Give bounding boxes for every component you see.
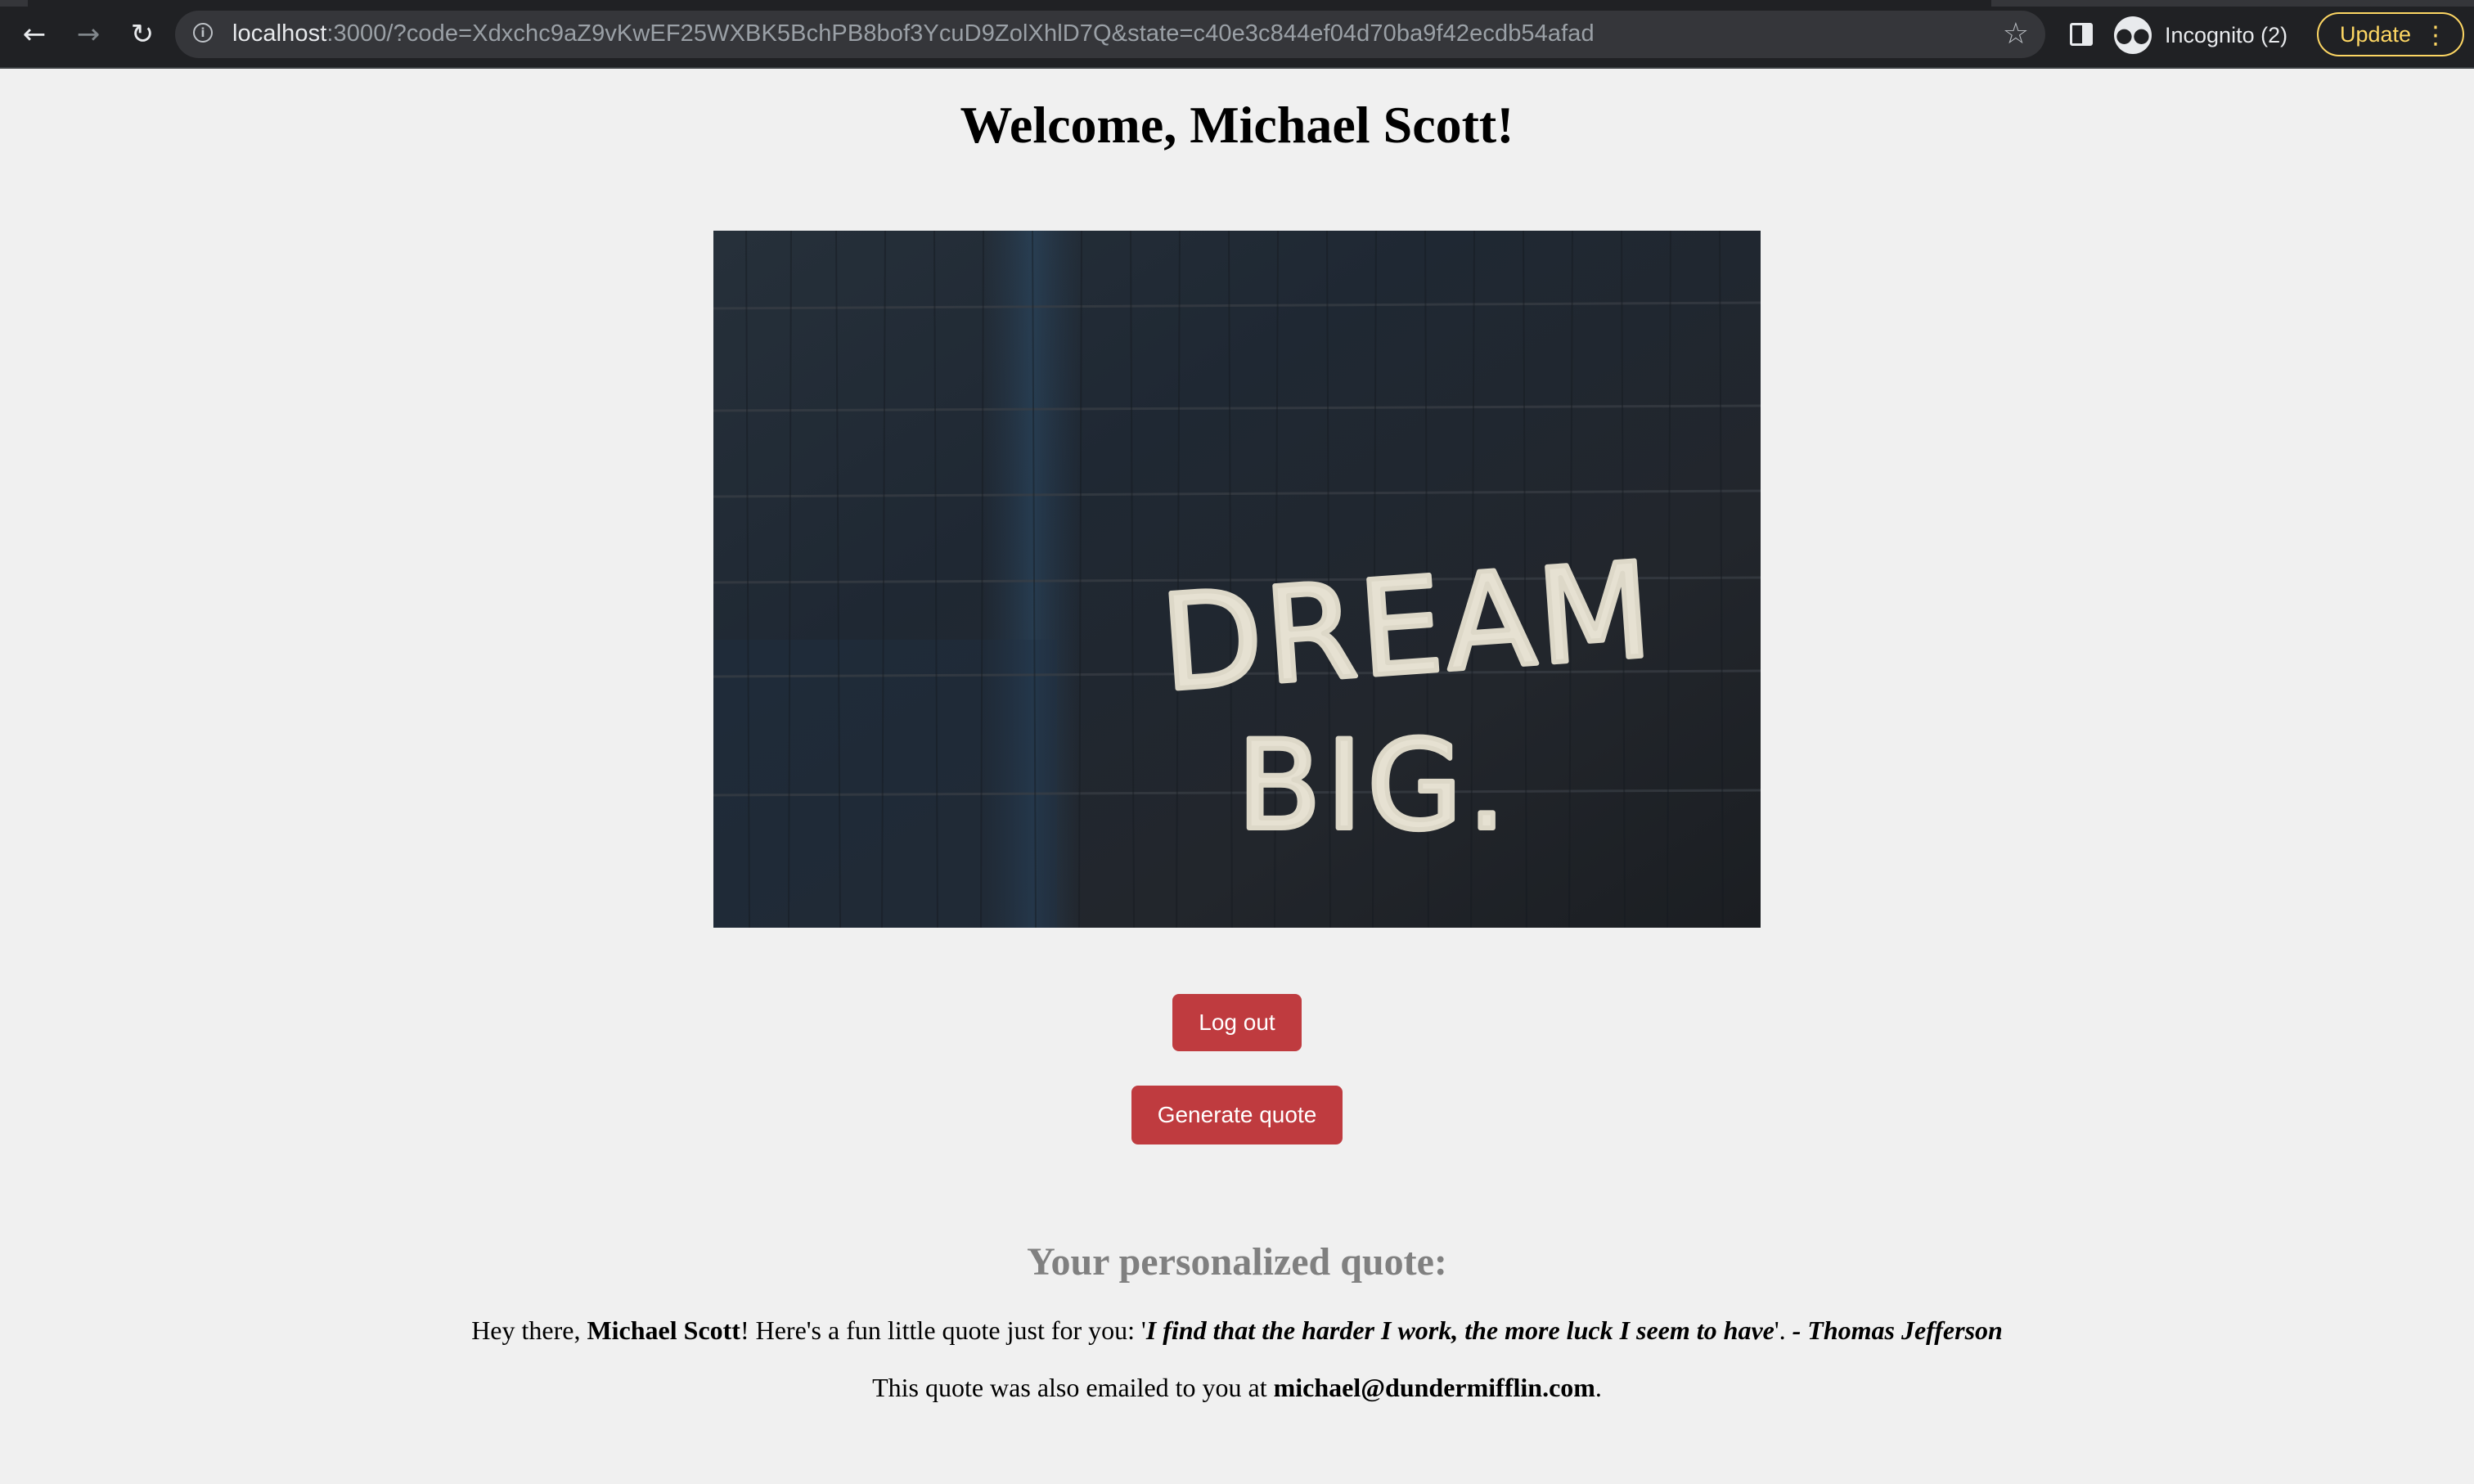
side-panel-icon[interactable] (2070, 23, 2093, 46)
more-vert-icon[interactable]: ⋮ (2423, 21, 2448, 50)
back-arrow-icon[interactable]: ← (16, 16, 52, 52)
address-bar[interactable]: i localhost:3000/?code=Xdxchc9aZ9vKwEF25… (175, 11, 2045, 58)
quote-heading: Your personalized quote: (1027, 1240, 1447, 1284)
hero-image: DREAM BIG. (713, 231, 1761, 928)
profile-label: Incognito (2) (2165, 22, 2288, 47)
active-tab[interactable] (28, 0, 1991, 7)
update-label: Update (2340, 21, 2412, 47)
quote-username: Michael Scott (587, 1315, 740, 1345)
profile-button[interactable]: ●● Incognito (2) (2114, 14, 2287, 56)
quote-close: '. (1774, 1315, 1793, 1345)
url-text[interactable]: localhost:3000/?code=Xdxchc9aZ9vKwEF25WX… (232, 20, 1595, 47)
url-path: :3000/?code=Xdxchc9aZ9vKwEF25WXBK5BchPB8… (326, 20, 1595, 47)
quote-author: - Thomas Jefferson (1792, 1315, 2003, 1345)
user-email: michael@dundermifflin.com (1273, 1373, 1595, 1402)
email-suffix: . (1595, 1373, 1602, 1402)
browser-toolbar: ← → ↻ i localhost:3000/?code=Xdxchc9aZ9v… (0, 0, 2474, 69)
quote-prefix: Hey there, (471, 1315, 587, 1345)
info-icon[interactable]: i (193, 23, 213, 43)
forward-arrow-icon[interactable]: → (70, 16, 106, 52)
email-notice: This quote was also emailed to you at mi… (0, 1373, 2474, 1403)
update-button[interactable]: Update ⋮ (2317, 12, 2464, 56)
incognito-icon: ●● (2114, 16, 2152, 54)
generate-quote-button[interactable]: Generate quote (1131, 1086, 1343, 1144)
quote-middle: ! Here's a fun little quote just for you… (740, 1315, 1146, 1345)
logout-button[interactable]: Log out (1172, 994, 1302, 1051)
page-title: Welcome, Michael Scott! (960, 96, 1514, 154)
hero-text-big: BIG. (1237, 715, 1511, 857)
email-prefix: This quote was also emailed to you at (872, 1373, 1274, 1402)
tab-strip (0, 0, 2474, 7)
quote-body: I find that the harder I work, the more … (1145, 1315, 1775, 1345)
star-icon[interactable]: ☆ (2003, 17, 2029, 51)
quote-text: Hey there, Michael Scott! Here's a fun l… (0, 1315, 2474, 1346)
url-host: localhost (232, 20, 327, 47)
reload-icon[interactable]: ↻ (124, 16, 160, 52)
